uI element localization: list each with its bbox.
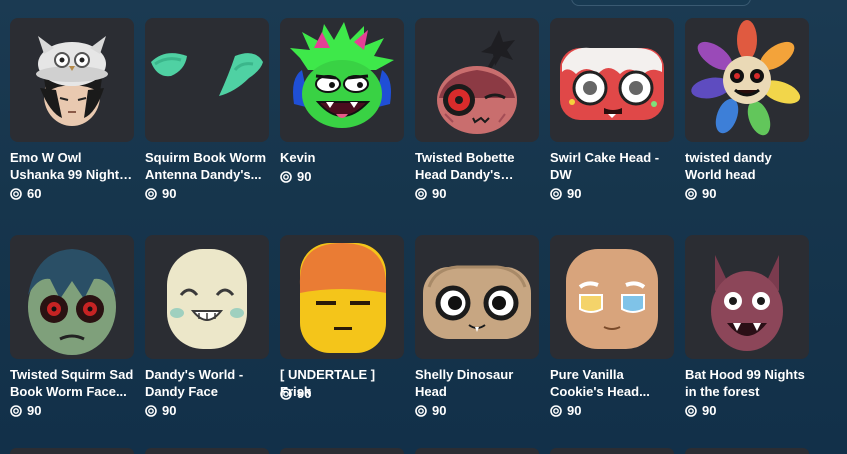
item-name[interactable]: Dandy's World - Dandy Face bbox=[145, 366, 269, 400]
item-name[interactable]: Emo W Owl Ushanka 99 Nights in the... bbox=[10, 149, 134, 183]
catalog-item-card[interactable]: Bat Hood 99 Nights in the forest 90 bbox=[685, 235, 809, 437]
item-name[interactable]: Squirm Book Worm Antenna Dandy's... bbox=[145, 149, 269, 183]
item-thumbnail[interactable] bbox=[280, 235, 404, 359]
frisk-head-icon bbox=[299, 243, 386, 353]
dandy-face-icon bbox=[167, 249, 247, 349]
item-price-value: 90 bbox=[27, 403, 42, 418]
item-name[interactable]: twisted dandy World head bbox=[685, 149, 809, 183]
cake-head-icon bbox=[560, 47, 664, 120]
item-price: 90 bbox=[415, 403, 539, 418]
robux-icon bbox=[10, 404, 22, 417]
robux-icon bbox=[415, 404, 427, 417]
item-price-value: 90 bbox=[567, 403, 582, 418]
catalog-item-card[interactable]: Shelly Dinosaur Head 90 bbox=[415, 235, 539, 437]
item-thumbnail[interactable] bbox=[10, 235, 134, 359]
item-price-value: 90 bbox=[162, 403, 177, 418]
catalog-item-card[interactable]: Pure Vanilla Cookie's Head... 90 bbox=[550, 235, 674, 437]
robux-icon bbox=[415, 187, 427, 200]
item-price-value: 90 bbox=[432, 186, 447, 201]
catalog-item-card[interactable]: Twisted Bobette Head Dandy's World 90 bbox=[415, 18, 539, 220]
item-thumbnail[interactable] bbox=[145, 235, 269, 359]
item-name[interactable]: Pure Vanilla Cookie's Head... bbox=[550, 366, 674, 400]
item-price: 90 bbox=[10, 403, 134, 418]
item-thumbnail[interactable] bbox=[550, 235, 674, 359]
catalog-item-card[interactable]: [ UNDERTALE ] Frisk 90 bbox=[280, 235, 404, 437]
item-price: 90 bbox=[550, 186, 674, 201]
flower-head-icon bbox=[691, 20, 801, 136]
green-antenna-icon bbox=[151, 53, 263, 96]
item-name[interactable]: Swirl Cake Head - DW bbox=[550, 149, 674, 183]
item-name[interactable]: Shelly Dinosaur Head bbox=[415, 366, 539, 400]
card-edge bbox=[685, 448, 809, 454]
catalog-item-card[interactable]: Twisted Squirm Sad Book Worm Face... 90 bbox=[10, 235, 134, 437]
item-price: 60 bbox=[10, 186, 134, 201]
card-edge bbox=[280, 448, 404, 454]
robux-icon bbox=[145, 404, 157, 417]
catalog-grid: Emo W Owl Ushanka 99 Nights in the... 60… bbox=[10, 18, 809, 437]
item-thumbnail[interactable] bbox=[550, 18, 674, 142]
search-bar[interactable] bbox=[571, 0, 751, 6]
item-price: 90 bbox=[280, 169, 404, 184]
robux-icon bbox=[550, 187, 562, 200]
item-price-value: 90 bbox=[297, 386, 312, 401]
item-name[interactable]: Twisted Bobette Head Dandy's World bbox=[415, 149, 539, 183]
squirm-face-icon bbox=[28, 249, 116, 355]
vanilla-cookie-icon bbox=[566, 249, 658, 349]
robux-icon bbox=[280, 170, 292, 183]
catalog-item-card[interactable]: twisted dandy World head 90 bbox=[685, 18, 809, 220]
item-price: 90 bbox=[685, 403, 809, 418]
catalog-item-card[interactable]: Dandy's World - Dandy Face 90 bbox=[145, 235, 269, 437]
robux-icon bbox=[685, 187, 697, 200]
item-thumbnail[interactable] bbox=[685, 18, 809, 142]
item-name[interactable]: Twisted Squirm Sad Book Worm Face... bbox=[10, 366, 134, 400]
item-thumbnail[interactable] bbox=[145, 18, 269, 142]
item-price-value: 90 bbox=[432, 403, 447, 418]
catalog-item-card[interactable]: Kevin 90 bbox=[280, 18, 404, 220]
item-thumbnail[interactable] bbox=[685, 235, 809, 359]
catalog-item-card[interactable]: Swirl Cake Head - DW 90 bbox=[550, 18, 674, 220]
item-name[interactable]: Bat Hood 99 Nights in the forest bbox=[685, 366, 809, 400]
card-edge bbox=[415, 448, 539, 454]
card-edge bbox=[550, 448, 674, 454]
robux-icon bbox=[550, 404, 562, 417]
item-price: 90 bbox=[550, 403, 674, 418]
bobette-head-icon bbox=[437, 30, 517, 134]
item-price: 90 bbox=[145, 403, 269, 418]
item-price: 90 bbox=[145, 186, 269, 201]
shelly-head-icon bbox=[423, 265, 531, 339]
card-edge bbox=[10, 448, 134, 454]
item-thumbnail[interactable] bbox=[415, 235, 539, 359]
item-price: 90 bbox=[280, 386, 404, 401]
catalog-item-card[interactable]: Emo W Owl Ushanka 99 Nights in the... 60 bbox=[10, 18, 134, 220]
item-price: 90 bbox=[685, 186, 809, 201]
item-price-value: 90 bbox=[162, 186, 177, 201]
item-thumbnail[interactable] bbox=[415, 18, 539, 142]
item-price-value: 90 bbox=[567, 186, 582, 201]
owl-ushanka-icon bbox=[36, 36, 108, 126]
bat-hood-icon bbox=[711, 255, 783, 351]
kevin-head-icon bbox=[290, 22, 394, 128]
item-price-value: 90 bbox=[702, 186, 717, 201]
robux-icon bbox=[685, 404, 697, 417]
robux-icon bbox=[10, 187, 22, 200]
robux-icon bbox=[280, 387, 292, 400]
card-edge bbox=[145, 448, 269, 454]
item-price-value: 90 bbox=[702, 403, 717, 418]
item-price-value: 90 bbox=[297, 169, 312, 184]
item-thumbnail[interactable] bbox=[10, 18, 134, 142]
item-thumbnail[interactable] bbox=[280, 18, 404, 142]
item-price: 90 bbox=[415, 186, 539, 201]
catalog-item-card[interactable]: Squirm Book Worm Antenna Dandy's... 90 bbox=[145, 18, 269, 220]
next-row-cards bbox=[0, 448, 847, 454]
item-price-value: 60 bbox=[27, 186, 42, 201]
robux-icon bbox=[145, 187, 157, 200]
